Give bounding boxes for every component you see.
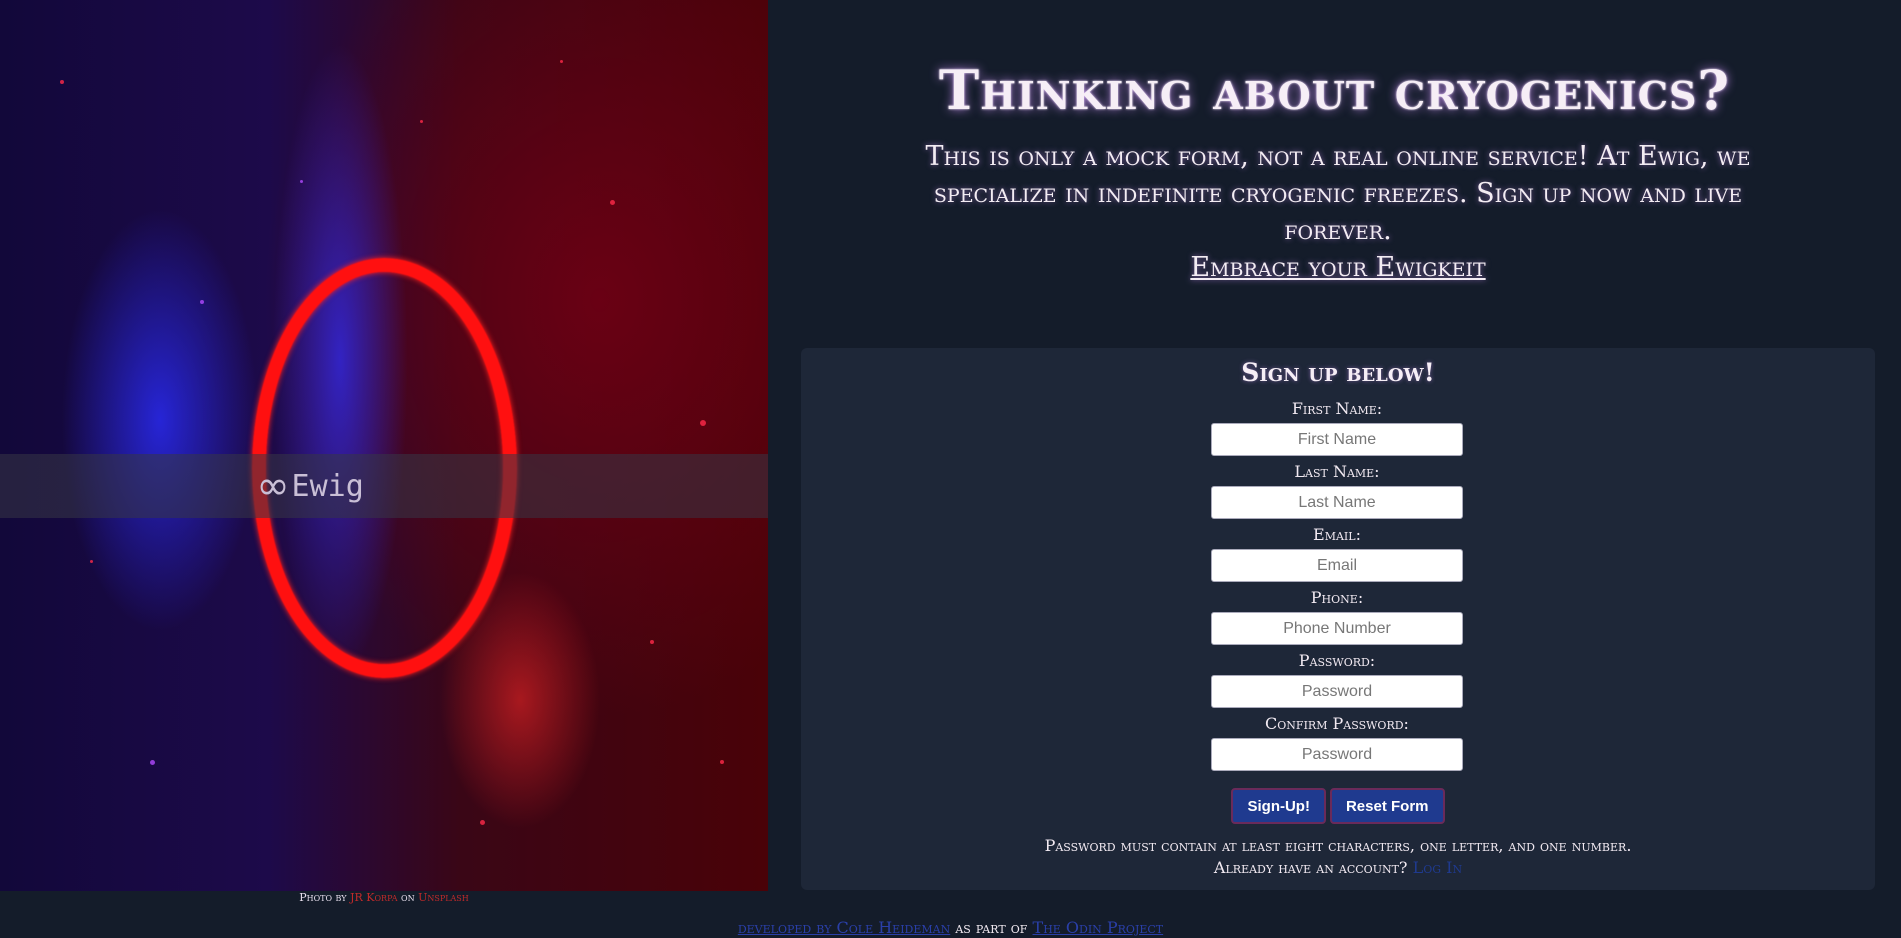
reset-form-button[interactable]: Reset Form [1329,788,1445,824]
brand-logo: ∞ Ewig [256,466,364,506]
footer: developed by Cole Heideman as part of Th… [737,918,1164,937]
developer-link[interactable]: developed by Cole Heideman [738,918,950,937]
login-link[interactable]: Log In [1413,858,1462,877]
main-content: Thinking about cryogenics? This is only … [768,0,1901,938]
email-input[interactable] [1211,549,1463,582]
intro-text: This is only a mock form, not a real onl… [918,138,1758,286]
page-title: Thinking about cryogenics? [938,58,1731,122]
last-name-label: Last Name: [1294,462,1380,481]
phone-label: Phone: [1310,588,1364,607]
signup-button[interactable]: Sign-Up! [1231,788,1326,824]
password-group: Password: [1211,651,1463,708]
photo-author-link[interactable]: JR Korpa [350,891,397,904]
last-name-input[interactable] [1211,486,1463,519]
unsplash-link[interactable]: Unsplash [418,891,469,904]
password-rule-text: Password must contain at least eight cha… [1044,836,1632,855]
tagline: Embrace your Ewigkeit [1190,252,1486,283]
login-prompt: Already have an account? Log In [1213,858,1463,877]
brand-name: Ewig [291,468,364,504]
phone-input[interactable] [1211,612,1463,645]
first-name-input[interactable] [1211,423,1463,456]
first-name-label: First Name: [1291,399,1383,418]
form-notes: Password must contain at least eight cha… [801,835,1875,879]
confirm-password-label: Confirm Password: [1265,714,1409,733]
confirm-password-group: Confirm Password: [1211,714,1463,771]
phone-group: Phone: [1211,588,1463,645]
email-label: Email: [1313,525,1361,544]
first-name-group: First Name: [1211,399,1463,456]
password-input[interactable] [1211,675,1463,708]
password-label: Password: [1298,651,1376,670]
last-name-group: Last Name: [1211,462,1463,519]
odin-project-link[interactable]: The Odin Project [1033,918,1164,937]
confirm-password-input[interactable] [1211,738,1463,771]
email-group: Email: [1211,525,1463,582]
hero-image: ∞ Ewig [0,0,768,891]
photo-credit: Photo by JR Korpa on Unsplash [299,891,469,904]
form-title: Sign up below! [1241,358,1435,387]
signup-form: Sign up below! First Name: Last Name: Em… [801,348,1875,890]
form-buttons: Sign-Up! Reset Form [801,788,1875,824]
infinity-icon: ∞ [256,463,290,509]
logo-band: ∞ Ewig [0,454,768,518]
